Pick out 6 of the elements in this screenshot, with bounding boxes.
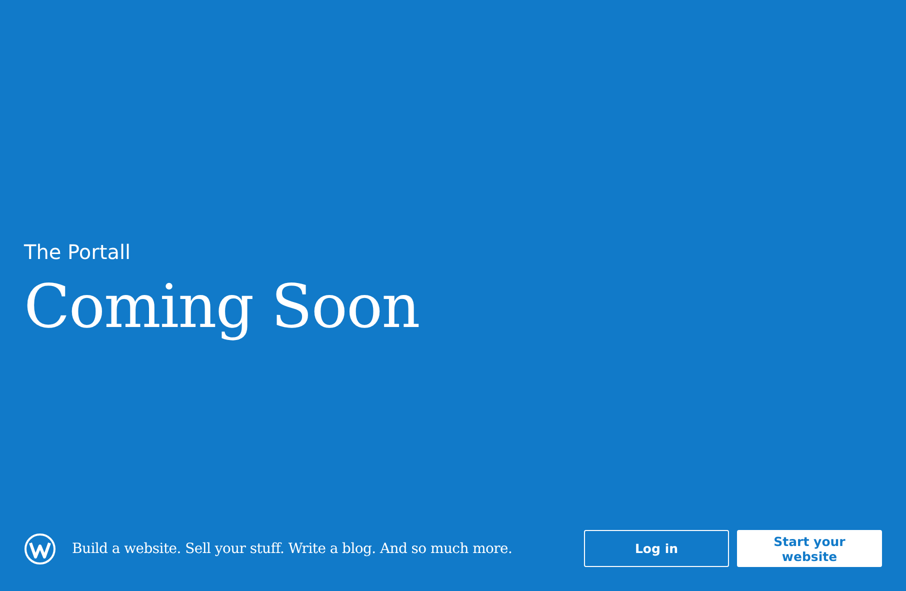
logo-icon bbox=[24, 532, 56, 564]
tagline: Build a website. Sell your stuff. Write a blog. And so much more. bbox=[72, 540, 512, 556]
login-button[interactable]: Log in bbox=[584, 530, 729, 567]
coming-soon-heading: Coming Soon bbox=[24, 274, 420, 340]
start-website-button[interactable]: Start your website bbox=[737, 530, 882, 567]
site-title: The Portall bbox=[24, 240, 132, 264]
